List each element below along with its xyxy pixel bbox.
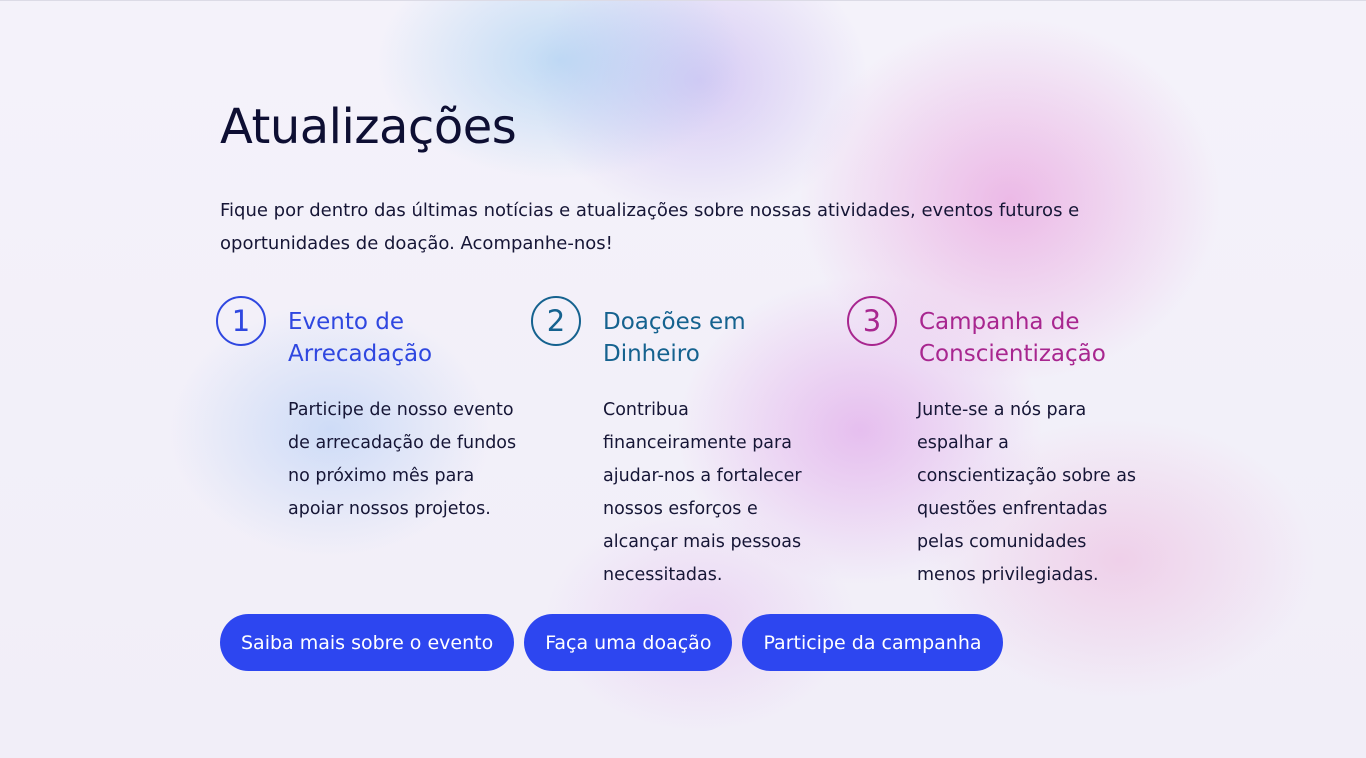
card-title: Campanha de Conscientização [919, 309, 1106, 367]
updates-section: Atualizações Fique por dentro das última… [216, 96, 1160, 671]
section-intro: Fique por dentro das últimas notícias e … [220, 200, 1080, 254]
step-number-badge: 2 [531, 296, 581, 346]
card-description: Junte-se a nós para espalhar a conscient… [917, 400, 1137, 585]
make-donation-button[interactable]: Faça uma doação [524, 614, 733, 671]
learn-more-event-button[interactable]: Saiba mais sobre o evento [220, 614, 515, 671]
cta-button-group: Saiba mais sobre o evento Faça uma doaçã… [220, 614, 1003, 671]
card-description: Participe de nosso evento de arrecadação… [288, 400, 517, 519]
updates-list: 1 Evento de Arrecadação Participe de nos… [216, 296, 1176, 596]
section-title: Atualizações [220, 99, 517, 155]
step-number-badge: 1 [216, 296, 266, 346]
top-divider [0, 0, 1366, 1]
join-campaign-button[interactable]: Participe da campanha [742, 614, 1003, 671]
step-number-badge: 3 [847, 296, 897, 346]
card-title: Evento de Arrecadação [288, 309, 433, 367]
card-description: Contribua financeiramente para ajudar-no… [603, 400, 802, 585]
card-title: Doações em Dinheiro [603, 309, 746, 367]
